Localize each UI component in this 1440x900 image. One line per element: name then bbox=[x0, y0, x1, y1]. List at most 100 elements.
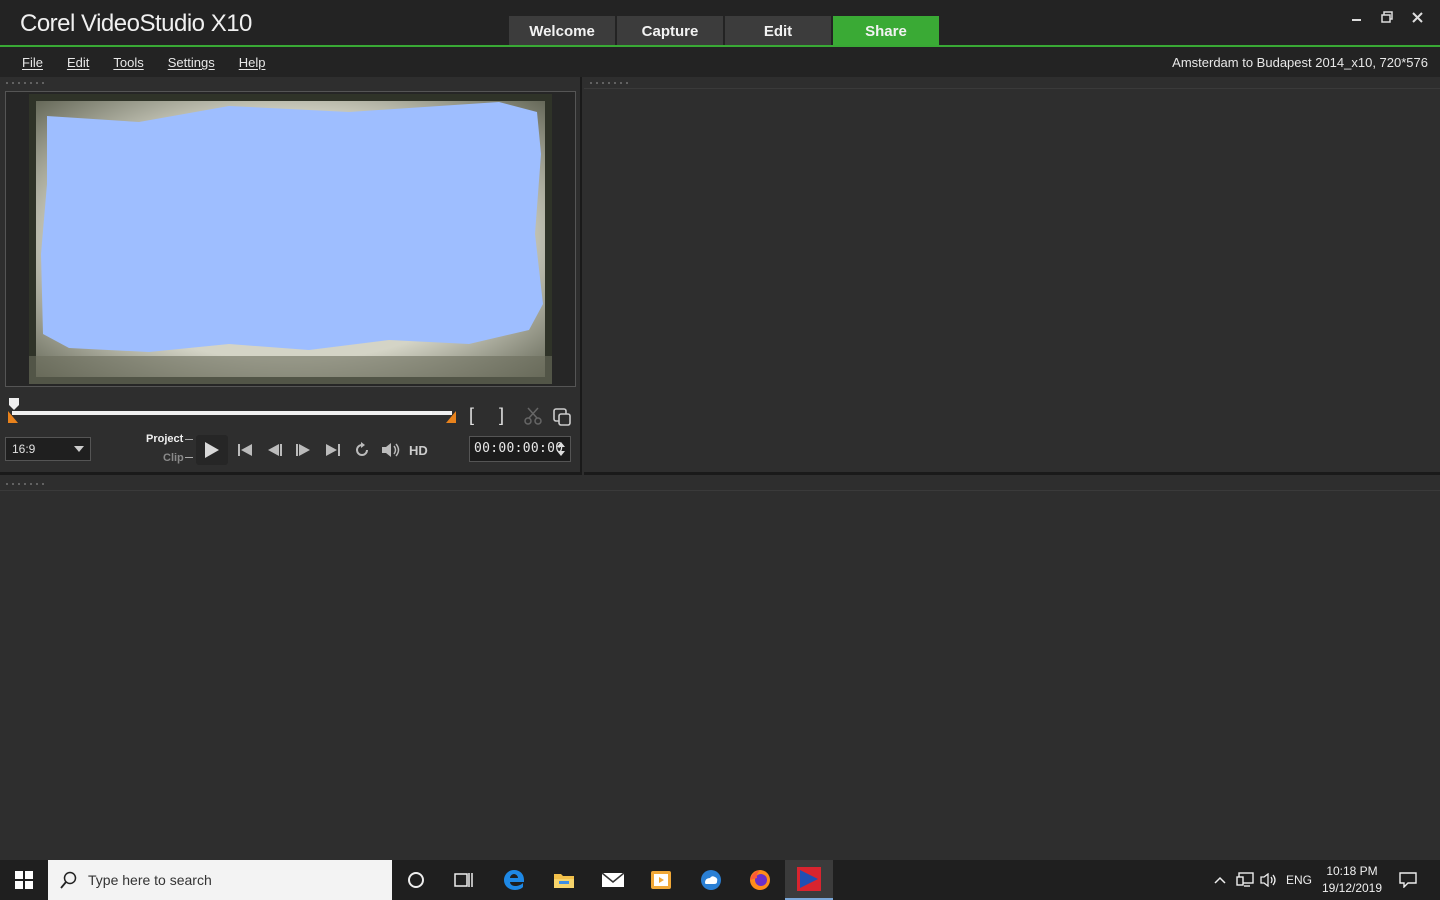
notification-icon bbox=[1399, 872, 1417, 888]
close-icon bbox=[1411, 11, 1423, 23]
repeat-icon bbox=[356, 442, 368, 456]
mail-button[interactable] bbox=[589, 860, 637, 900]
trim-handle-right[interactable] bbox=[446, 411, 456, 423]
tab-capture[interactable]: Capture bbox=[617, 16, 723, 46]
timecode-field[interactable]: 00:00:00:00 bbox=[469, 436, 571, 462]
task-view-button[interactable] bbox=[440, 860, 488, 900]
language-indicator[interactable]: ENG bbox=[1284, 860, 1314, 900]
project-info: Amsterdam to Budapest 2014_x10, 720*576 bbox=[1172, 55, 1428, 70]
cloud-app-button[interactable] bbox=[687, 860, 735, 900]
aspect-ratio-select[interactable]: 16:9 bbox=[5, 437, 91, 461]
taskbar-search-box[interactable]: Type here to search bbox=[48, 860, 392, 900]
video-app-icon bbox=[651, 871, 671, 889]
panel-grip[interactable] bbox=[588, 81, 632, 85]
mark-in-button[interactable]: [ bbox=[469, 405, 474, 426]
minimize-button[interactable] bbox=[1342, 6, 1372, 28]
mode-indicator-line bbox=[185, 439, 193, 440]
title-bar: Corel VideoStudio X10 Welcome Capture Ed… bbox=[0, 0, 1440, 47]
tab-edit[interactable]: Edit bbox=[725, 16, 831, 46]
skip-to-start-icon bbox=[238, 444, 252, 456]
workspace-tabs: Welcome Capture Edit Share bbox=[509, 16, 939, 46]
scrub-bar[interactable] bbox=[12, 411, 452, 415]
repeat-button[interactable] bbox=[351, 440, 373, 460]
panel-grip[interactable] bbox=[4, 81, 48, 85]
clock-time: 10:18 PM bbox=[1326, 864, 1378, 878]
preview-window bbox=[5, 91, 576, 387]
search-icon bbox=[60, 871, 77, 889]
previous-frame-icon bbox=[268, 444, 282, 456]
menu-bar: File Edit Tools Settings Help Amsterdam … bbox=[0, 47, 1440, 77]
skip-to-end-icon bbox=[326, 444, 340, 456]
firefox-icon bbox=[750, 870, 770, 890]
preview-image bbox=[29, 94, 552, 384]
start-button[interactable] bbox=[0, 860, 48, 900]
mode-indicator-line bbox=[185, 457, 193, 458]
volume-tray-button[interactable] bbox=[1258, 860, 1280, 900]
cortana-button[interactable] bbox=[392, 860, 440, 900]
mark-out-button[interactable]: ] bbox=[499, 405, 504, 426]
action-center-button[interactable] bbox=[1396, 860, 1420, 900]
videostudio-icon bbox=[797, 867, 821, 891]
network-icon bbox=[1236, 872, 1254, 887]
edge-browser-button[interactable] bbox=[490, 860, 538, 900]
menu-edit[interactable]: Edit bbox=[67, 55, 89, 70]
search-placeholder: Type here to search bbox=[88, 872, 212, 888]
scrubber-handle[interactable] bbox=[8, 398, 20, 410]
speaker-icon bbox=[1260, 873, 1276, 887]
menu-list: File Edit Tools Settings Help bbox=[22, 55, 289, 70]
next-frame-icon bbox=[296, 444, 310, 456]
player-panel: [ ] 16:9 Project Clip HD 00:00:00:00 bbox=[0, 77, 582, 475]
play-button[interactable] bbox=[196, 435, 228, 465]
menu-settings[interactable]: Settings bbox=[168, 55, 215, 70]
app-title: Corel VideoStudio X10 bbox=[20, 10, 252, 37]
mail-icon bbox=[601, 872, 625, 887]
enlarge-preview-icon[interactable] bbox=[552, 407, 572, 427]
menu-file[interactable]: File bbox=[22, 55, 43, 70]
go-to-end-button[interactable] bbox=[322, 440, 344, 460]
library-panel bbox=[584, 77, 1440, 475]
clock-date: 19/12/2019 bbox=[1321, 881, 1383, 895]
timecode-value: 00:00:00:00 bbox=[474, 441, 564, 456]
show-hidden-icons-button[interactable] bbox=[1210, 860, 1230, 900]
network-button[interactable] bbox=[1234, 860, 1256, 900]
videostudio-taskbar-button[interactable] bbox=[785, 860, 833, 900]
panel-divider bbox=[584, 88, 1440, 89]
go-to-start-button[interactable] bbox=[234, 440, 256, 460]
trim-handle-left[interactable] bbox=[8, 411, 18, 423]
panel-grip[interactable] bbox=[4, 482, 48, 486]
panel-divider bbox=[0, 490, 1440, 491]
cortana-circle-icon bbox=[408, 872, 424, 888]
menu-tools[interactable]: Tools bbox=[113, 55, 143, 70]
spinner-arrows-icon[interactable] bbox=[556, 440, 566, 458]
folder-icon bbox=[554, 874, 574, 888]
file-explorer-button[interactable] bbox=[540, 860, 588, 900]
windows-taskbar: Type here to search ENG 10:18 PM 19/12/2… bbox=[0, 860, 1440, 900]
clock[interactable]: 10:18 PM 19/12/2019 bbox=[1314, 863, 1390, 897]
timeline-panel bbox=[0, 478, 1440, 860]
firefox-button[interactable] bbox=[736, 860, 784, 900]
next-frame-button[interactable] bbox=[292, 440, 314, 460]
restore-button[interactable] bbox=[1372, 6, 1402, 28]
clip-mode-toggle[interactable]: Clip bbox=[163, 452, 184, 464]
split-clip-icon[interactable] bbox=[524, 407, 542, 425]
windows-logo-icon bbox=[15, 871, 33, 889]
menu-help[interactable]: Help bbox=[239, 55, 266, 70]
volume-icon bbox=[382, 443, 400, 457]
restore-icon bbox=[1381, 11, 1393, 23]
media-app-button[interactable] bbox=[637, 860, 685, 900]
tab-welcome[interactable]: Welcome bbox=[509, 16, 615, 46]
cloud-app-icon bbox=[701, 870, 721, 890]
edge-icon bbox=[504, 870, 524, 890]
play-icon bbox=[205, 442, 219, 458]
hd-preview-toggle[interactable]: HD bbox=[409, 443, 428, 458]
project-mode-toggle[interactable]: Project bbox=[146, 433, 183, 445]
previous-frame-button[interactable] bbox=[264, 440, 286, 460]
tab-share[interactable]: Share bbox=[833, 16, 939, 46]
task-view-icon bbox=[454, 873, 473, 887]
window-controls bbox=[1342, 6, 1432, 28]
chevron-up-icon bbox=[1214, 876, 1226, 884]
close-button[interactable] bbox=[1402, 6, 1432, 28]
volume-button[interactable] bbox=[380, 440, 402, 460]
minimize-icon bbox=[1352, 19, 1361, 21]
chevron-down-icon bbox=[74, 446, 84, 452]
